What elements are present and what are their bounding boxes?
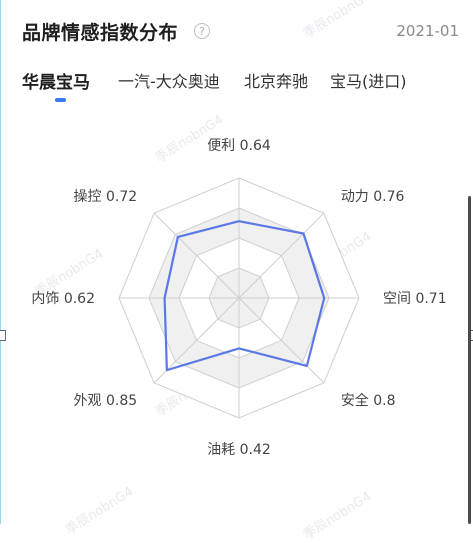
- radar-axis-label: 外观 0.85: [74, 393, 138, 409]
- radar-axis-label: 内饰 0.62: [31, 291, 95, 307]
- radar-axis-label: 空间 0.71: [383, 291, 447, 307]
- radar-axis-label: 油耗 0.42: [207, 442, 271, 458]
- radar-axis-label: 安全 0.8: [341, 392, 396, 409]
- sentiment-radar-chart: 便利 0.64 动力 0.76 空间 0.71 安全 0.8 油耗 0.42 外观 0.8…: [31, 138, 447, 458]
- radar-axis-label: 动力 0.76: [341, 189, 405, 205]
- radar-axis-label: 便利 0.64: [207, 138, 271, 154]
- radar-axis-label: 操控 0.72: [74, 189, 138, 205]
